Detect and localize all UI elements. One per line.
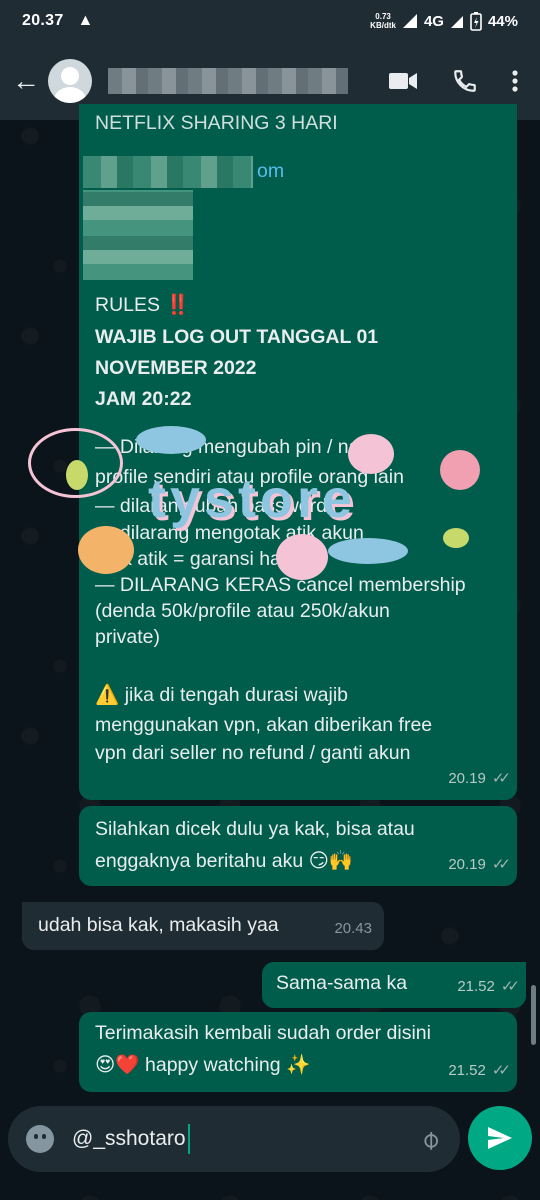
battery-icon: [470, 12, 482, 31]
bold-line-3: JAM 20:22: [95, 388, 192, 410]
double-exclamation-emoji: ‼️: [165, 294, 190, 316]
status-icons: 0.73 KB/dtk 4G 44%: [370, 11, 518, 31]
message-time: 20.43: [334, 920, 372, 937]
message-time: 21.52: [457, 978, 495, 995]
message-bubble-incoming[interactable]: udah bisa kak, makasih yaa 20.43: [22, 902, 384, 950]
message-time: 20.19: [448, 856, 486, 873]
bold-line-2: NOVEMBER 2022: [95, 357, 257, 379]
message-meta: 21.52 ✓✓: [448, 1055, 511, 1086]
more-vert-icon[interactable]: [512, 69, 518, 93]
phone-icon[interactable]: [452, 68, 478, 94]
redacted-email-block: [83, 156, 253, 188]
rule-1a: — Dilarang mengubah pin / nama: [95, 436, 387, 458]
avatar[interactable]: [48, 59, 92, 103]
warning-line-3: vpn dari seller no refund / ganti akun: [95, 742, 411, 764]
warning-emoji-icon: ⚠️: [95, 684, 120, 706]
message-time: 20.19: [448, 770, 486, 787]
net-speed-value: 0.73: [375, 12, 391, 21]
message-text-line-2: enggaknya beritahu aku 😏🙌: [95, 850, 354, 872]
message-input-text: @_sshotaro: [72, 1127, 186, 1150]
double-check-icon: ✓✓: [491, 1062, 511, 1079]
text-caret: [187, 1124, 190, 1154]
bold-line-1: WAJIB LOG OUT TANGGAL 01: [95, 326, 379, 348]
message-meta: 20.19 ✓✓: [448, 763, 511, 794]
double-check-icon: ✓✓: [500, 978, 520, 995]
rule-7: private): [95, 626, 161, 648]
net-speed-unit: KB/dtk: [370, 21, 396, 30]
scroll-indicator[interactable]: [531, 985, 536, 1045]
video-call-icon[interactable]: [388, 70, 418, 92]
signal-icon: [402, 14, 417, 28]
contact-name-redacted[interactable]: [108, 68, 348, 94]
message-input[interactable]: @_sshotaro: [72, 1124, 422, 1154]
message-bubble-check[interactable]: Silahkan dicek dulu ya kak, bisa atau en…: [79, 806, 517, 886]
warning-icon: ▲: [77, 12, 94, 29]
message-text-line-2: 😍❤️ happy watching ✨: [95, 1054, 311, 1076]
message-time: 21.52: [448, 1062, 486, 1079]
message-title: NETFLIX SHARING 3 HARI: [95, 112, 338, 134]
message-bubble-rules[interactable]: NETFLIX SHARING 3 HARI om RULES ‼️ WAJIB…: [79, 104, 517, 800]
warning-text-1: jika di tengah durasi wajib: [124, 684, 349, 706]
rules-heading: RULES ‼️: [95, 290, 190, 321]
arrow-left-icon[interactable]: ←: [12, 65, 46, 97]
message-bubble-thanks[interactable]: Terimakasih kembali sudah order disini 😍…: [79, 1012, 517, 1092]
warning-line-1: ⚠️ jika di tengah durasi wajib: [95, 680, 348, 711]
status-time: 20.37: [22, 12, 64, 29]
send-icon: [488, 1127, 512, 1149]
warning-line-2: menggunakan vpn, akan diberikan free: [95, 714, 433, 736]
message-text-line-1: udah bisa kak, makasih yaa: [38, 914, 279, 936]
network-type: 4G: [423, 12, 444, 30]
message-meta: 20.43: [334, 913, 372, 944]
signal-icon-2: [450, 16, 463, 28]
message-meta: 20.19 ✓✓: [448, 849, 511, 880]
message-meta: 21.52 ✓✓: [457, 971, 520, 1002]
status-bar: 20.37 ▲ 0.73 KB/dtk 4G 44%: [0, 0, 540, 42]
net-speed: 0.73 KB/dtk: [370, 12, 396, 30]
message-composer: @_sshotaro ⌀: [8, 1106, 460, 1172]
message-bubble-sama-sama[interactable]: Sama-sama ka 21.52 ✓✓: [262, 962, 526, 1008]
email-link[interactable]: om: [257, 156, 284, 187]
double-check-icon: ✓✓: [491, 770, 511, 787]
message-text-line-1: Sama-sama ka: [276, 972, 408, 994]
emoji-icon[interactable]: [26, 1125, 54, 1153]
message-text-line-1: Silahkan dicek dulu ya kak, bisa atau: [95, 818, 415, 840]
message-text-line-1: Terimakasih kembali sudah order disini: [95, 1022, 431, 1044]
redacted-password-block: [83, 190, 193, 280]
battery-percent: 44%: [487, 12, 518, 30]
rule-1b: profile sendiri atau profile orang lain: [95, 466, 404, 488]
double-check-icon: ✓✓: [491, 856, 511, 873]
send-button[interactable]: [468, 1106, 532, 1170]
rules-label: RULES: [95, 294, 161, 316]
